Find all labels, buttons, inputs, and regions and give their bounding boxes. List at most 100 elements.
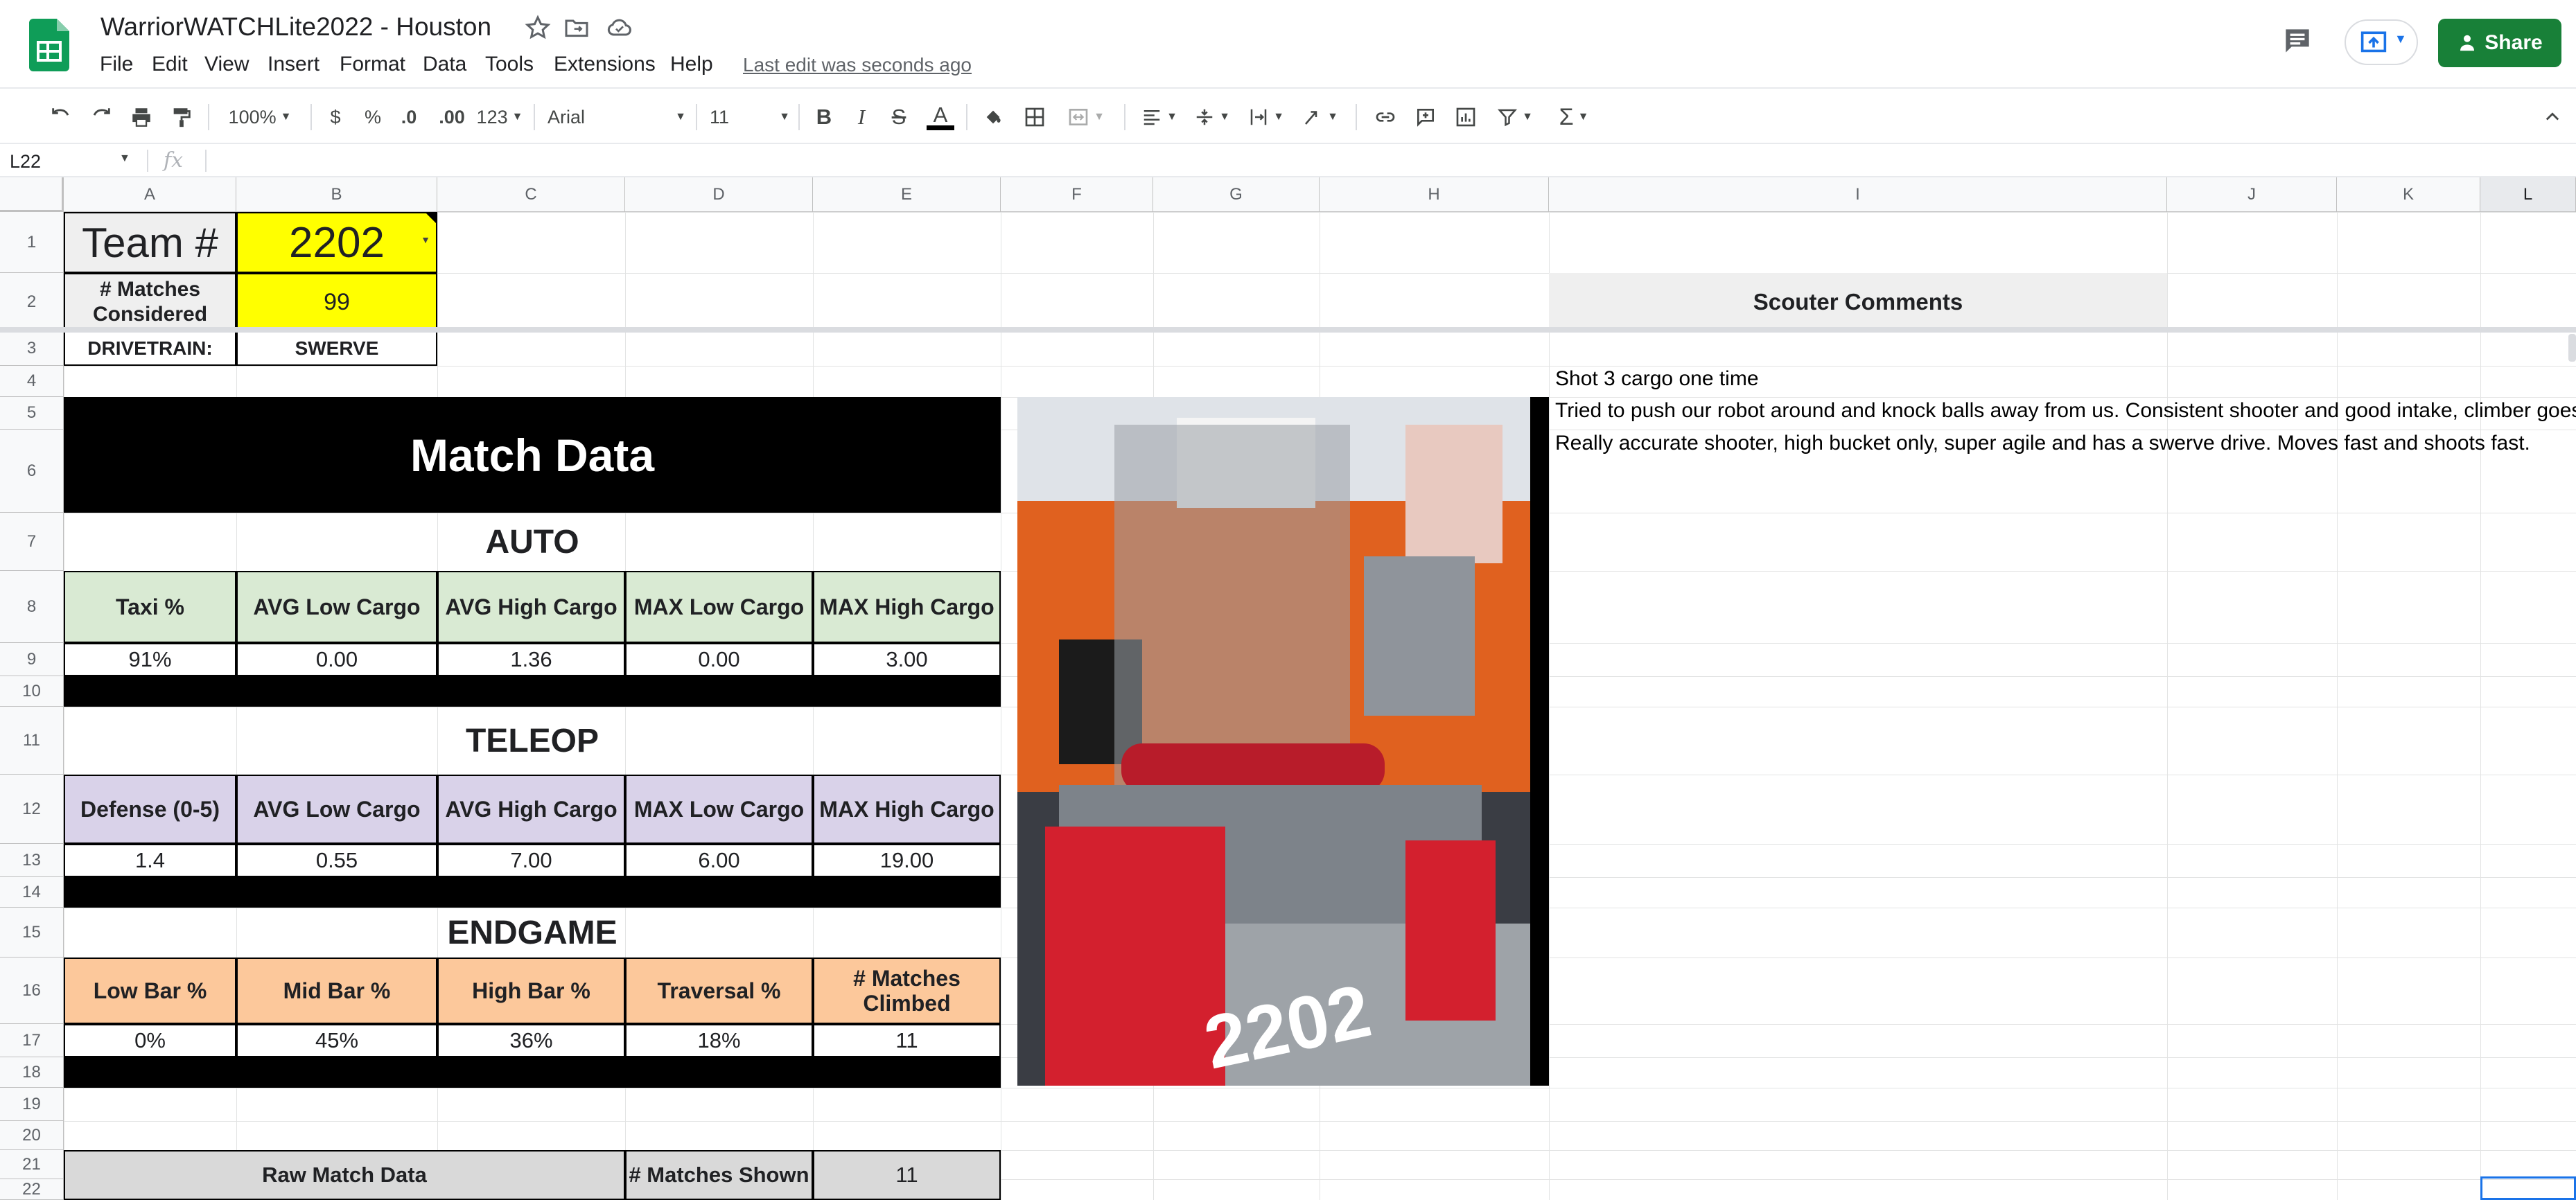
team-label-cell[interactable]: Team # (64, 212, 236, 273)
endgame-header-high-bar[interactable]: High Bar % (437, 958, 625, 1024)
row-header-22[interactable]: 22 (0, 1179, 64, 1200)
column-header-e[interactable]: E (813, 177, 1001, 212)
filter-icon[interactable]: ▼ (1490, 101, 1540, 133)
print-icon[interactable] (125, 101, 158, 133)
vertical-align-icon[interactable]: ▼ (1189, 101, 1235, 133)
row-header-2[interactable]: 2 (0, 273, 64, 331)
row-header-14[interactable]: 14 (0, 877, 64, 908)
row-header-20[interactable]: 20 (0, 1121, 64, 1150)
share-button[interactable]: Share (2438, 19, 2561, 67)
selected-cell-cursor[interactable] (2480, 1176, 2576, 1200)
auto-value-max-low[interactable]: 0.00 (625, 643, 813, 676)
match-data-title[interactable]: Match Data (64, 397, 1001, 513)
move-folder-icon[interactable] (563, 14, 590, 42)
robot-photo[interactable]: 2202 (1017, 397, 1549, 1086)
column-header-h[interactable]: H (1320, 177, 1549, 212)
horizontal-align-icon[interactable]: ▼ (1137, 101, 1182, 133)
row-header-17[interactable]: 17 (0, 1024, 64, 1057)
row-header-13[interactable]: 13 (0, 844, 64, 877)
teleop-value-avg-low[interactable]: 0.55 (236, 844, 437, 877)
percent-format-button[interactable]: % (358, 101, 388, 133)
matches-shown-value[interactable]: 11 (813, 1150, 1001, 1200)
row-header-18[interactable]: 18 (0, 1057, 64, 1088)
comment-1[interactable]: Shot 3 cargo one time (1555, 367, 1759, 391)
endgame-section-title[interactable]: ENDGAME (64, 908, 1001, 958)
insert-comment-icon[interactable] (1410, 101, 1442, 133)
endgame-header-mid-bar[interactable]: Mid Bar % (236, 958, 437, 1024)
column-header-k[interactable]: K (2337, 177, 2480, 212)
increase-decimal-button[interactable]: .00 (432, 101, 471, 133)
row-header-1[interactable]: 1 (0, 212, 64, 273)
borders-icon[interactable] (1019, 101, 1051, 133)
menu-help[interactable]: Help (670, 53, 713, 76)
more-formats-select[interactable]: 123 ▼ (475, 101, 524, 133)
auto-header-avg-low[interactable]: AVG Low Cargo (236, 571, 437, 643)
vertical-scrollbar[interactable] (2568, 334, 2576, 362)
row-header-10[interactable]: 10 (0, 676, 64, 707)
zoom-select[interactable]: 100% ▼ (222, 101, 298, 133)
endgame-value-low-bar[interactable]: 0% (64, 1024, 236, 1057)
auto-section-title[interactable]: AUTO (64, 513, 1001, 571)
comment-3[interactable]: Really accurate shooter, high bucket onl… (1555, 432, 2530, 455)
column-header-i[interactable]: I (1549, 177, 2167, 212)
teleop-value-defense[interactable]: 1.4 (64, 844, 236, 877)
teleop-value-max-high[interactable]: 19.00 (813, 844, 1001, 877)
column-header-c[interactable]: C (437, 177, 625, 212)
auto-value-avg-high[interactable]: 1.36 (437, 643, 625, 676)
endgame-header-matches-climbed[interactable]: # Matches Climbed (813, 958, 1001, 1024)
sheets-logo-icon[interactable] (29, 19, 69, 71)
endgame-value-mid-bar[interactable]: 45% (236, 1024, 437, 1057)
auto-header-avg-high[interactable]: AVG High Cargo (437, 571, 625, 643)
document-title[interactable]: WarriorWATCHLite2022 - Houston (100, 12, 491, 42)
auto-value-avg-low[interactable]: 0.00 (236, 643, 437, 676)
row-header-15[interactable]: 15 (0, 908, 64, 958)
teleop-header-defense[interactable]: Defense (0-5) (64, 775, 236, 844)
insert-link-icon[interactable] (1369, 101, 1401, 133)
menu-data[interactable]: Data (423, 53, 466, 76)
row-header-4[interactable]: 4 (0, 366, 64, 397)
text-color-icon[interactable]: A (925, 101, 956, 133)
insert-chart-icon[interactable] (1450, 101, 1482, 133)
drivetrain-value[interactable]: SWERVE (236, 331, 437, 366)
menu-edit[interactable]: Edit (152, 53, 188, 76)
frozen-rows-divider[interactable] (0, 327, 2576, 333)
column-header-l[interactable]: L (2480, 177, 2576, 212)
teleop-header-max-high[interactable]: MAX High Cargo (813, 775, 1001, 844)
undo-icon[interactable] (44, 101, 78, 133)
row-header-21[interactable]: 21 (0, 1150, 64, 1179)
teleop-header-max-low[interactable]: MAX Low Cargo (625, 775, 813, 844)
row-header-11[interactable]: 11 (0, 707, 64, 775)
row-header-3[interactable]: 3 (0, 331, 64, 366)
comments-icon[interactable] (2280, 24, 2315, 58)
column-header-g[interactable]: G (1153, 177, 1320, 212)
endgame-value-matches-climbed[interactable]: 11 (813, 1024, 1001, 1057)
last-edit-link[interactable]: Last edit was seconds ago (743, 54, 972, 76)
spreadsheet-grid[interactable]: A B C D E F G H I J K L 1 2 3 4 5 6 7 8 … (0, 177, 2576, 1200)
font-family-select[interactable]: Arial ▼ (547, 101, 686, 133)
matches-shown-label[interactable]: # Matches Shown (625, 1150, 813, 1200)
row-header-19[interactable]: 19 (0, 1088, 64, 1121)
column-header-f[interactable]: F (1001, 177, 1153, 212)
endgame-value-traversal[interactable]: 18% (625, 1024, 813, 1057)
row-header-6[interactable]: 6 (0, 430, 64, 513)
column-header-b[interactable]: B (236, 177, 437, 212)
column-header-a[interactable]: A (64, 177, 236, 212)
currency-format-button[interactable]: $ (320, 101, 351, 133)
teleop-header-avg-high[interactable]: AVG High Cargo (437, 775, 625, 844)
dropdown-chevron-icon[interactable]: ▼ (421, 234, 430, 245)
row-header-7[interactable]: 7 (0, 513, 64, 571)
formula-input[interactable] (215, 144, 2571, 176)
fill-color-icon[interactable] (977, 101, 1009, 133)
endgame-value-high-bar[interactable]: 36% (437, 1024, 625, 1057)
font-size-select[interactable]: 11 ▼ (710, 101, 790, 133)
comment-2[interactable]: Tried to push our robot around and knock… (1555, 399, 2576, 423)
matches-considered-value[interactable]: 99 (236, 273, 437, 331)
auto-value-taxi[interactable]: 91% (64, 643, 236, 676)
matches-considered-label[interactable]: # Matches Considered (64, 273, 236, 331)
select-all-corner[interactable] (0, 177, 64, 212)
drivetrain-label[interactable]: DRIVETRAIN: (64, 331, 236, 366)
merge-cells-icon[interactable]: ▼ (1062, 101, 1110, 133)
auto-value-max-high[interactable]: 3.00 (813, 643, 1001, 676)
column-header-d[interactable]: D (625, 177, 813, 212)
menu-format[interactable]: Format (340, 53, 405, 76)
